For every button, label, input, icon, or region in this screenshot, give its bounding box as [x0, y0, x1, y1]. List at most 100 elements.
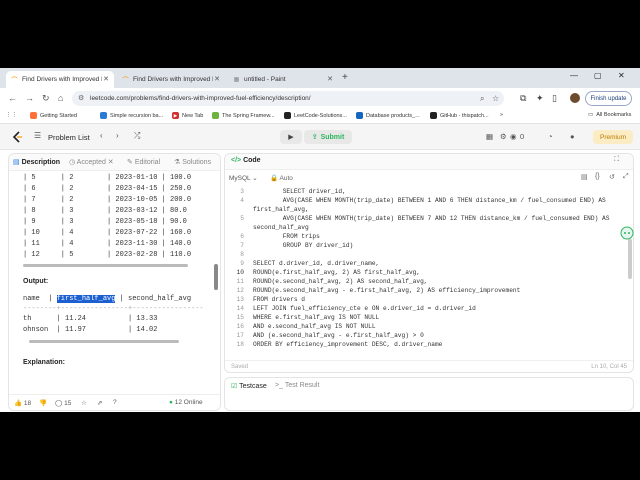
maximize-icon[interactable]: ▢ — [594, 71, 602, 80]
home-icon[interactable]: ⌂ — [58, 93, 63, 103]
horizontal-scrollbar[interactable] — [29, 340, 179, 343]
code-line[interactable]: 9 SELECT d.driver_id, d.driver_name, — [225, 260, 629, 269]
maximize-panel-icon[interactable]: ⛶ — [614, 156, 619, 164]
output-label: Output: — [23, 278, 49, 285]
fullscreen-icon[interactable]: ⤢ — [623, 173, 629, 181]
code-line[interactable]: 16 AND e.second_half_avg IS NOT NULL — [225, 323, 629, 332]
code-line[interactable]: 4 AVG(CASE WHEN MONTH(trip_date) BETWEEN… — [225, 197, 629, 206]
code-line[interactable]: 17 AND (e.second_half_avg - e.first_half_… — [225, 332, 629, 341]
code-line[interactable]: 12 ROUND(e.second_half_avg - e.first_half… — [225, 287, 629, 296]
extensions-icon[interactable]: ⧉ — [520, 93, 526, 104]
address-bar[interactable]: ⚙ leetcode.com/problems/find-drivers-wit… — [72, 91, 504, 106]
reset-icon[interactable]: ↺ — [609, 173, 615, 181]
dislike-icon[interactable]: 👎 — [39, 399, 47, 407]
code-line[interactable]: 8 — [225, 251, 629, 260]
auto-toggle[interactable]: 🔒 Auto — [270, 174, 293, 182]
premium-button[interactable]: Premium — [593, 130, 633, 144]
code-tab[interactable]: </> Code — [231, 157, 261, 164]
coin-icon[interactable]: ◉ — [510, 132, 517, 141]
more-bookmarks-icon[interactable]: » — [500, 112, 503, 118]
prev-problem-icon[interactable]: ‹ — [100, 131, 103, 140]
description-panel: ▤ Description ◷ Accepted ✕ ✎ Editorial ⚗… — [8, 153, 221, 411]
problem-list-link[interactable]: Problem List — [48, 133, 90, 142]
back-icon[interactable]: ← — [8, 93, 17, 103]
bookmark-1[interactable]: Simple recursion ba... — [100, 112, 163, 119]
tab-description[interactable]: ▤ Description — [13, 158, 60, 166]
profile-icon[interactable]: ● — [570, 132, 575, 141]
code-line[interactable]: 5 AVG(CASE WHEN MONTH(trip_date) BETWEEN… — [225, 215, 629, 224]
leetcode-navbar: ☰ Problem List ‹ › ⤮ ▶ ⇪ Submit ▦ ⚙ ◉ 0 ◔… — [0, 124, 640, 150]
language-selector[interactable]: MySQL ⌄ — [229, 174, 258, 182]
horizontal-scrollbar[interactable] — [23, 264, 188, 267]
leetcode-favicon-icon: ⌒ — [11, 78, 18, 84]
sidepanel-icon[interactable]: ▯ — [552, 93, 557, 104]
grid-icon[interactable]: ▦ — [486, 132, 493, 141]
lock-icon: 🔒 — [270, 175, 279, 182]
profile-avatar[interactable] — [570, 93, 580, 103]
submit-button[interactable]: ⇪ Submit — [304, 130, 352, 144]
code-line[interactable]: 18 ORDER BY efficiency_improvement DESC, … — [225, 341, 629, 350]
bookmark-5[interactable]: Database products_... — [356, 112, 420, 119]
run-button[interactable]: ▶ — [280, 130, 302, 144]
settings-icon[interactable]: ⚙ — [500, 132, 507, 141]
reload-icon[interactable]: ↻ — [42, 93, 50, 104]
bookmark-3[interactable]: The Spring Framew... — [212, 112, 275, 119]
code-line[interactable]: 3 SELECT driver_id, — [225, 188, 629, 197]
notes-icon[interactable]: ▤ — [581, 173, 588, 181]
code-line[interactable]: 14 LEFT JOIN fuel_efficiency_cte e ON e.d… — [225, 305, 629, 314]
close-tab-icon[interactable]: ✕ — [214, 75, 220, 83]
browser-tab-2[interactable]: ⌒ Find Drivers with Improved Fu ✕ — [117, 71, 225, 88]
tab-accepted[interactable]: ◷ Accepted ✕ — [69, 158, 114, 166]
bookmark-2[interactable]: ▶ New Tab — [172, 112, 203, 119]
bookmark-star-icon[interactable]: ☆ — [492, 94, 499, 103]
braces-icon[interactable]: {} — [595, 173, 600, 180]
code-icon: </> — [231, 157, 242, 164]
browser-tabstrip: ⌒ Find Drivers with Improved Fu ✕ ⌒ Find… — [0, 68, 640, 88]
code-line[interactable]: 7 GROUP BY driver_id) — [225, 242, 629, 251]
close-tab-icon[interactable]: ✕ — [327, 75, 333, 83]
bookmark-6[interactable]: GitHub - thispatch... — [430, 112, 489, 119]
puzzle-icon[interactable]: ✦ — [536, 93, 544, 104]
code-line[interactable]: 13 FROM drivers d — [225, 296, 629, 305]
like-button[interactable]: 👍 18 — [14, 399, 31, 407]
next-problem-icon[interactable]: › — [116, 131, 119, 140]
tab-editorial[interactable]: ✎ Editorial — [127, 158, 160, 166]
tab-solutions[interactable]: ⚗ Solutions — [174, 158, 211, 166]
help-icon[interactable]: ? — [113, 399, 117, 406]
online-dot-icon: ● — [169, 399, 173, 406]
apps-icon[interactable]: ⋮⋮ — [6, 112, 17, 118]
close-window-icon[interactable]: ✕ — [618, 71, 625, 80]
code-line[interactable]: 15 WHERE e.first_half_avg IS NOT NULL — [225, 314, 629, 323]
code-line-current[interactable]: 10 ROUND(e.first_half_avg, 2) AS first_ha… — [225, 269, 629, 278]
code-line[interactable]: second_half_avg — [225, 224, 629, 233]
streak-icon[interactable]: ◔ — [548, 132, 553, 141]
new-tab-button[interactable]: + — [342, 72, 348, 83]
bookmark-4[interactable]: LeetCode-Solutions... — [284, 112, 347, 119]
all-bookmarks[interactable]: ▭ All Bookmarks — [588, 112, 631, 118]
bookmark-0[interactable]: Getting Started — [30, 112, 77, 119]
share-icon[interactable]: ⇗ — [97, 399, 102, 407]
play-icon: ▶ — [288, 134, 294, 141]
code-line[interactable]: 6 FROM trips — [225, 233, 629, 242]
site-info-icon[interactable]: ⚙ — [78, 94, 84, 102]
tab-testcase[interactable]: ☑ Testcase — [231, 382, 267, 390]
comments-button[interactable]: ◯ 15 — [55, 399, 71, 407]
code-line[interactable]: 11 ROUND(e.second_half_avg, 2) AS second_… — [225, 278, 629, 287]
tab-test-result[interactable]: >_ Test Result — [275, 382, 319, 389]
browser-tab-3[interactable]: ▦ untitled - Paint ✕ — [228, 71, 338, 88]
minimize-icon[interactable]: — — [570, 71, 578, 80]
favorite-icon[interactable]: ☆ — [81, 399, 87, 407]
editor-vertical-scrollbar[interactable] — [628, 239, 632, 279]
finish-update-button[interactable]: Finish update — [585, 91, 632, 106]
shuffle-icon[interactable]: ⤮ — [134, 131, 140, 141]
copilot-icon[interactable] — [620, 226, 634, 240]
leetcode-logo-icon[interactable] — [12, 131, 23, 143]
browser-tab-1[interactable]: ⌒ Find Drivers with Improved Fu ✕ — [6, 71, 114, 88]
table-row: | 8 | 3 | 2023-03-12 | 80.0 — [23, 207, 187, 215]
code-line[interactable]: first_half_avg, — [225, 206, 629, 215]
vertical-scrollbar[interactable] — [214, 264, 218, 290]
forward-icon[interactable]: → — [25, 93, 34, 103]
close-tab-icon[interactable]: ✕ — [103, 75, 109, 83]
problem-list-icon[interactable]: ☰ — [34, 131, 41, 140]
search-icon[interactable]: ⌕ — [480, 94, 484, 104]
